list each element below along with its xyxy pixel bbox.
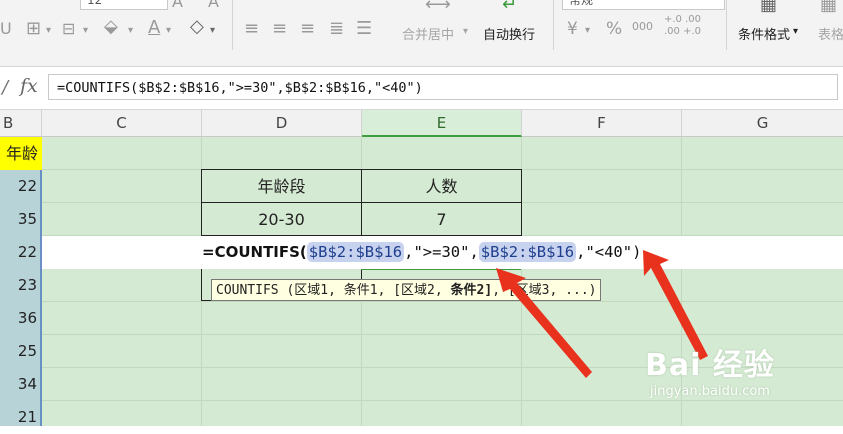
red-arrow-icon <box>496 268 592 378</box>
baidu-jingyan-watermark: Bai 经验 jingyan.baidu.com <box>645 340 775 399</box>
watermark-url: jingyan.baidu.com <box>650 384 770 399</box>
watermark-logo: Bai 经验 <box>645 348 775 383</box>
